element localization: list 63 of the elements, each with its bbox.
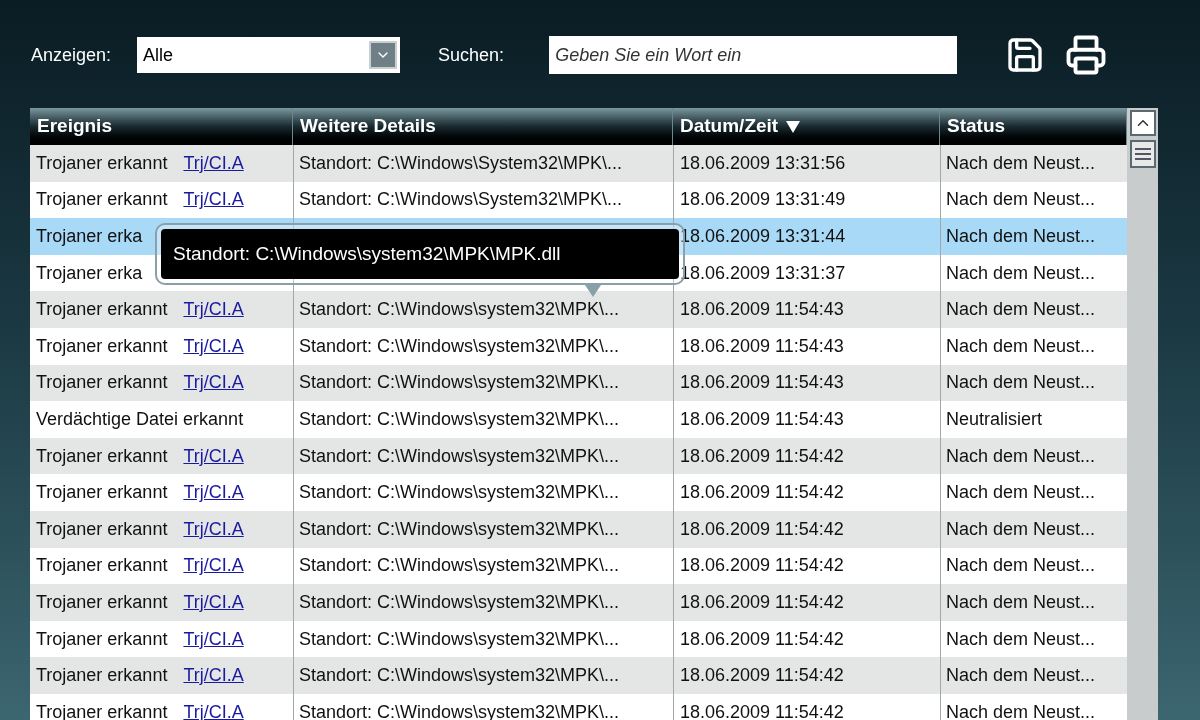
table-cell-text: Trojaner erkannt [36,188,168,212]
table-cell-text: Standort: C:\Windows\System32\MPK\... [299,151,623,175]
tooltip-text: Standort: C:\Windows\system32\MPK\MPK.dll [173,241,561,266]
table-cell-text: Nach dem Neust... [946,554,1096,578]
table-cell-text: Standort: C:\Windows\system32\MPK\... [299,517,620,541]
table-cell-text: Standort: C:\Windows\System32\MPK\... [299,188,623,212]
table-cell-text: Trojaner erkannt [36,590,168,614]
table-cell-text: Trojaner erkannt [36,554,168,578]
table-cell-text: Trojaner erkannt [36,444,168,468]
table-cell-text: Nach dem Neust... [946,517,1096,541]
table-cell-text: Trojaner erka [36,261,143,285]
table-cell-text: 18.06.2009 11:54:42 [680,517,844,541]
table-cell-text: Nach dem Neust... [946,444,1096,468]
table-cell-text: 18.06.2009 11:54:43 [680,371,844,395]
table-cell-text: 18.06.2009 13:31:37 [680,261,846,285]
search-label: Suchen: [438,43,505,67]
table-cell-text: Nach dem Neust... [946,334,1096,358]
table-cell-text: Standort: C:\Windows\system32\MPK\... [299,298,620,322]
table-cell-text: Nach dem Neust... [946,298,1096,322]
table-cell-text: 18.06.2009 13:31:44 [680,225,846,248]
table-cell-text: Nach dem Neust... [946,371,1096,395]
table-cell-text: Nach dem Neust... [946,225,1096,248]
table-cell-text: Nach dem Neust... [946,627,1096,651]
table-cell-text: 18.06.2009 11:54:42 [680,700,844,720]
table-cell-text: Trojaner erkannt [36,334,168,358]
table-cell-text: Verdächtige Datei erkannt [36,407,244,431]
table-cell-text: Nach dem Neust... [946,481,1096,505]
table-cell-text: Trojaner erka [36,225,143,248]
table-cell-text: Nach dem Neust... [946,590,1096,614]
table-cell-text: Nach dem Neust... [946,664,1096,688]
table-cell-text: Nach dem Neust... [946,188,1096,212]
table-cell-text: Standort: C:\Windows\system32\MPK\... [299,627,620,651]
filter-label: Anzeigen: [31,43,112,67]
table-cell-text: Standort: C:\Windows\system32\MPK\... [299,554,620,578]
table-cell-text: 18.06.2009 13:31:56 [680,151,846,175]
table-cell-text: 18.06.2009 11:54:42 [680,664,844,688]
table-cell-text: 18.06.2009 11:54:42 [680,481,844,505]
table-cell-text: Trojaner erkannt [36,371,168,395]
table-cell-text: Nach dem Neust... [946,700,1096,720]
table-cell-text: Standort: C:\Windows\system32\MPK\... [299,481,620,505]
table-cell-text: Standort: C:\Windows\system32\MPK\... [299,407,620,431]
table-cell-text: Trojaner erkannt [36,627,168,651]
table-cell-text: Neutralisiert [946,407,1043,431]
table-cell-text: Standort: C:\Windows\system32\MPK\... [299,444,620,468]
table-cell-text: Nach dem Neust... [946,151,1096,175]
table-cell-text: Trojaner erkannt [36,298,168,322]
table-cell-text: 18.06.2009 11:54:43 [680,334,844,358]
table-cell-text: Standort: C:\Windows\system32\MPK\... [299,664,620,688]
table-cell-text: 18.06.2009 11:54:42 [680,590,844,614]
table-cell-text: 18.06.2009 11:54:43 [680,298,844,322]
table-cell-text: 18.06.2009 13:31:49 [680,188,846,212]
table-cell-text: Trojaner erkannt [36,664,168,688]
table-cell-text: 18.06.2009 11:54:42 [680,554,844,578]
table-cell-text: Standort: C:\Windows\system32\MPK\... [299,371,620,395]
table-cell-text: 18.06.2009 11:54:43 [680,407,844,431]
table-cell-text: Trojaner erkannt [36,517,168,541]
table-cell-text: 18.06.2009 11:54:42 [680,627,844,651]
table-cell-text: Standort: C:\Windows\system32\MPK\... [299,590,620,614]
table-cell-text: 18.06.2009 11:54:42 [680,444,844,468]
table-cell-text: Nach dem Neust... [946,261,1096,285]
table-cell-text: Trojaner erkannt [36,481,168,505]
table-cell-text: Trojaner erkannt [36,151,168,175]
table-cell-text: Standort: C:\Windows\system32\MPK\... [299,334,620,358]
